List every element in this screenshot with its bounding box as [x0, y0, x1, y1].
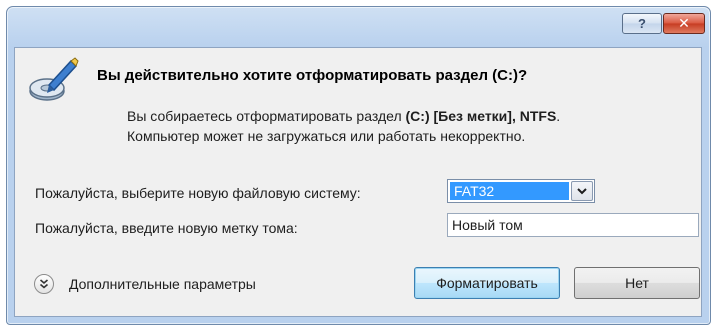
filesystem-select[interactable]: FAT32	[447, 179, 595, 203]
partition-name: (C:) [Без метки]	[405, 108, 512, 124]
dialog-body: Вы действительно хотите отформатировать …	[14, 47, 702, 317]
dialog-question: Вы действительно хотите отформатировать …	[97, 67, 528, 84]
partition-fs: NTFS	[519, 108, 557, 124]
filesystem-selected-value: FAT32	[450, 182, 569, 200]
dialog-description: Вы собираетесь отформатировать раздел (C…	[127, 106, 560, 146]
filesystem-label: Пожалуйста, выберите новую файловую сист…	[35, 185, 361, 201]
close-icon: ✕	[678, 15, 690, 31]
advanced-parameters-label: Дополнительные параметры	[69, 276, 256, 292]
chevron-down-icon	[577, 188, 587, 195]
format-button[interactable]: Форматировать	[414, 267, 560, 299]
advanced-parameters-toggle[interactable]: Дополнительные параметры	[34, 274, 256, 294]
expand-chevrons-icon	[34, 274, 54, 294]
no-button[interactable]: Нет	[574, 267, 700, 299]
title-bar: ? ✕	[7, 7, 710, 47]
help-icon: ?	[638, 16, 646, 31]
disk-format-icon	[29, 57, 79, 101]
help-button[interactable]: ?	[622, 13, 662, 34]
close-button[interactable]: ✕	[663, 13, 705, 34]
volume-label-label: Пожалуйста, введите новую метку тома:	[35, 220, 298, 236]
description-line-1: Вы собираетесь отформатировать раздел (C…	[127, 108, 561, 124]
description-line-2: Компьютер может не загружаться или работ…	[127, 128, 526, 144]
volume-label-input[interactable]: Новый том	[447, 213, 699, 237]
format-dialog: ? ✕ Вы действительно хотите отформатиров…	[6, 6, 711, 325]
filesystem-dropdown-button[interactable]	[571, 181, 593, 201]
